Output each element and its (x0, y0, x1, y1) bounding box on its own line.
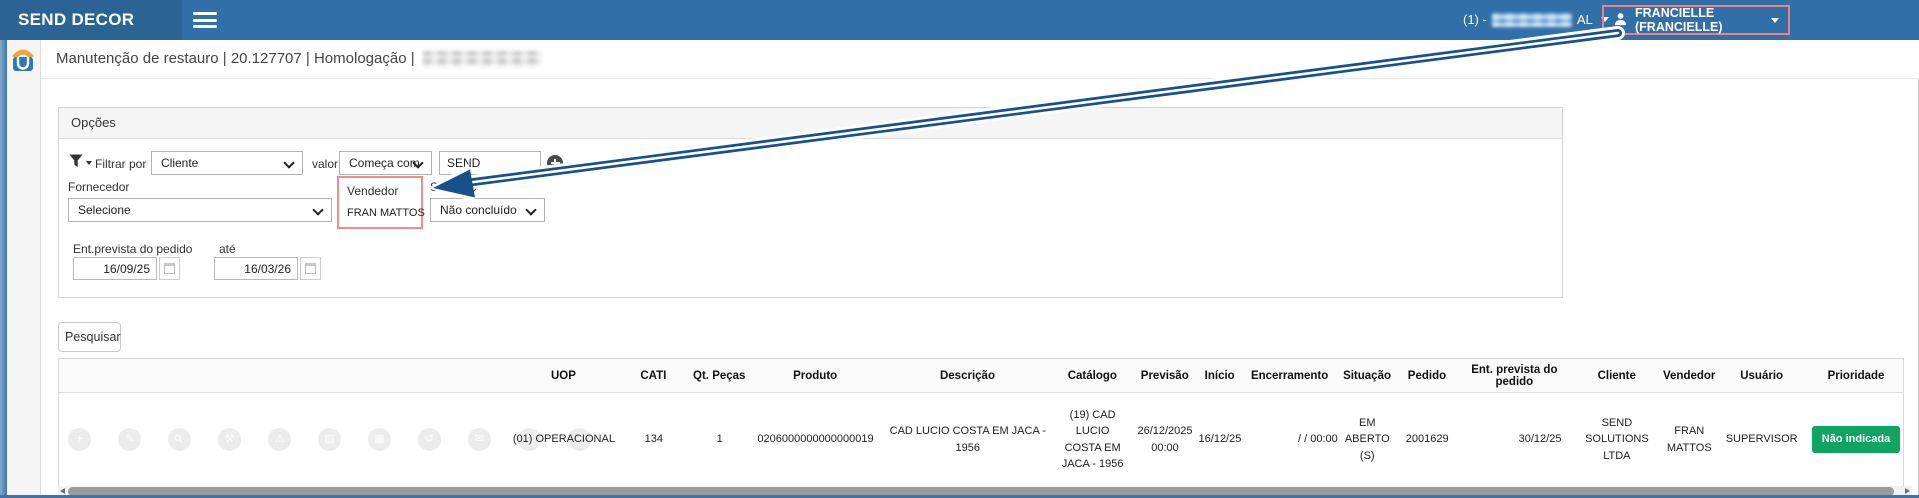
cell-qt-pecas: 1 (689, 393, 751, 486)
unit-prefix: (1) - (1463, 12, 1487, 27)
row-actions-cell: + ✎ ⚲ ⚒ ⚠ ▤ ▦ ↺ ✉ ⧉ i (59, 393, 509, 486)
col-ent-prevista: Ent. prevista do pedido (1459, 359, 1569, 392)
image-file-icon[interactable]: ▦ (368, 428, 391, 451)
chevron-down-icon (525, 204, 536, 215)
filter-value-input[interactable] (439, 151, 541, 175)
col-encerramento: Encerramento (1240, 359, 1340, 392)
cell-cliente: SEND SOLUTIONS LTDA (1569, 393, 1664, 486)
hamburger-menu-icon[interactable] (193, 12, 217, 32)
pdf-file-icon[interactable]: ▤ (318, 428, 341, 451)
redacted-unit-name (1492, 13, 1572, 27)
filter-funnel-icon[interactable] (68, 153, 85, 174)
edit-icon[interactable]: ✎ (118, 428, 141, 451)
breadcrumb: Manutenção de restauro | 20.127707 | Hom… (56, 50, 415, 67)
cell-situacao: EM ABERTO (S) (1340, 393, 1395, 486)
vendedor-highlight-box: Vendedor FRAN MATTOS (337, 176, 423, 229)
add-filter-icon[interactable] (547, 155, 563, 171)
history-icon[interactable]: ↺ (418, 428, 441, 451)
redacted-environment-name (423, 51, 541, 67)
cell-vendedor: FRAN MATTOS (1664, 393, 1714, 486)
search-button[interactable]: Pesquisar (58, 322, 121, 352)
cell-descricao: CAD LUCIO COSTA EM JACA - 1956 (880, 393, 1055, 486)
filter-operator-select[interactable]: Começa com (339, 151, 432, 175)
cell-pedido: 2001629 (1395, 393, 1460, 486)
col-qt-pecas: Qt. Peças (688, 359, 750, 392)
col-actions (59, 359, 508, 392)
col-vendedor: Vendedor (1664, 359, 1714, 392)
options-panel-title: Opções (59, 108, 1562, 139)
table-header-row: UOP CATI Qt. Peças Produto Descrição Cat… (59, 359, 1903, 393)
person-icon (1613, 11, 1628, 30)
date-from-label: Ent.prevista do pedido (73, 242, 192, 256)
filtrar-por-label: Filtrar por (95, 157, 146, 171)
vendedor-label: Vendedor (347, 184, 398, 198)
options-panel: Opções Filtrar por Cliente valor Começa … (58, 107, 1563, 298)
filter-field-select[interactable]: Cliente (151, 151, 303, 175)
results-table: UOP CATI Qt. Peças Produto Descrição Cat… (58, 358, 1904, 488)
calendar-icon[interactable] (300, 257, 321, 280)
cell-encerramento: / / 00:00 (1240, 393, 1340, 486)
cell-produto: 0206000000000000019 (751, 393, 881, 486)
calendar-icon[interactable] (159, 257, 180, 280)
col-pedido: Pedido (1395, 359, 1460, 392)
chevron-down-icon (1771, 18, 1779, 23)
col-cliente: Cliente (1569, 359, 1664, 392)
col-cati: CATI (618, 359, 688, 392)
breadcrumb-bar: Manutenção de restauro | 20.127707 | Hom… (41, 40, 1919, 79)
user-name-label: FRANCIELLE (FRANCIELLE) (1635, 6, 1761, 34)
valor-label: valor (312, 157, 338, 171)
sidebar (7, 40, 41, 495)
table-row[interactable]: + ✎ ⚲ ⚒ ⚠ ▤ ▦ ↺ ✉ ⧉ i (01) OPERACIONAL 1… (59, 393, 1903, 487)
warning-icon[interactable]: ⚠ (268, 428, 291, 451)
search-icon[interactable]: ⚲ (163, 423, 196, 456)
situacao-value: Não concluído (440, 203, 517, 217)
unit-selector[interactable]: (1) - AL (1463, 12, 1609, 27)
date-to-label: até (219, 242, 236, 256)
col-prioridade: Prioridade (1809, 359, 1903, 392)
scroll-right-arrow-icon[interactable] (1905, 488, 1910, 494)
user-menu[interactable]: FRANCIELLE (FRANCIELLE) (1602, 5, 1790, 35)
app-title: SEND DECOR (18, 10, 134, 30)
col-catalogo: Catálogo (1055, 359, 1130, 392)
situacao-label: Situação (430, 180, 477, 194)
col-descricao: Descrição (880, 359, 1055, 392)
tools-icon[interactable]: ⚒ (218, 428, 241, 451)
chevron-down-icon (312, 204, 323, 215)
cell-cati: 134 (619, 393, 689, 486)
app-window: SEND DECOR (1) - AL FRANCIELLE (FRANCIEL… (0, 0, 1919, 498)
cell-previsao: 26/12/2025 00:00 (1130, 393, 1200, 486)
fornecedor-label: Fornecedor (68, 180, 129, 194)
cell-prioridade: Não indicada (1809, 393, 1903, 486)
comment-icon[interactable]: ✉ (468, 428, 491, 451)
date-from-input[interactable] (73, 257, 157, 280)
fornecedor-select[interactable]: Selecione (68, 198, 332, 222)
top-navbar: SEND DECOR (1) - AL FRANCIELLE (FRANCIEL… (0, 0, 1919, 40)
vendedor-value: FRAN MATTOS (347, 207, 425, 219)
col-produto: Produto (750, 359, 880, 392)
unit-suffix: AL (1577, 12, 1593, 27)
col-previsao: Previsão (1130, 359, 1200, 392)
app-logo-armchair-icon[interactable] (9, 45, 37, 80)
cell-uop: (01) OPERACIONAL (509, 393, 619, 486)
status-badge: Não indicada (1812, 426, 1900, 453)
col-situacao: Situação (1340, 359, 1395, 392)
date-to-input[interactable] (214, 257, 298, 280)
col-inicio: Início (1200, 359, 1240, 392)
filter-operator-value: Começa com (349, 156, 420, 170)
window-left-edge (0, 40, 7, 498)
fornecedor-value: Selecione (78, 203, 131, 217)
filter-field-value: Cliente (161, 156, 198, 170)
cell-ent-prevista: 30/12/25 (1460, 393, 1570, 486)
col-usuario: Usuário (1714, 359, 1809, 392)
cell-inicio: 16/12/25 (1200, 393, 1240, 486)
chevron-down-icon (283, 157, 294, 168)
filter-funnel-caret-icon (86, 161, 92, 165)
cell-usuario: SUPERVISOR (1714, 393, 1809, 486)
scroll-left-arrow-icon[interactable] (60, 488, 65, 494)
situacao-select[interactable]: Não concluído (430, 198, 545, 222)
cell-catalogo: (19) CAD LUCIO COSTA EM JACA - 1956 (1055, 393, 1130, 486)
col-uop: UOP (508, 359, 618, 392)
add-document-icon[interactable]: + (68, 428, 91, 451)
